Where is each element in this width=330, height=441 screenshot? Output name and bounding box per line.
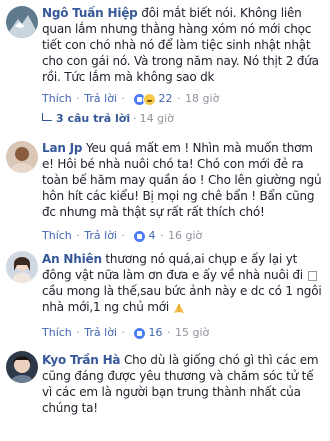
- reaction-count: 22: [158, 92, 173, 105]
- view-replies[interactable]: 3 câu trả lời · 14 giờ: [42, 112, 174, 125]
- replies-count[interactable]: 3 câu trả lời: [56, 112, 130, 125]
- comment-author[interactable]: Ngô Tuấn Hiệp: [42, 6, 138, 20]
- avatar[interactable]: [6, 351, 38, 383]
- comment-4: Kyo Trần Hà Cho dù là giống chó gì thì c…: [0, 347, 330, 441]
- comment-author[interactable]: An Nhiên: [42, 252, 102, 266]
- replies-time: 14 giờ: [139, 112, 174, 125]
- reply-link[interactable]: Trả lời: [84, 326, 117, 339]
- like-reaction-icon: [132, 326, 146, 340]
- reactions[interactable]: 22: [132, 92, 173, 106]
- avatar[interactable]: [6, 6, 38, 38]
- reply-arrow-icon: [42, 113, 52, 121]
- reply-link[interactable]: Trả lời: [84, 92, 117, 105]
- comment-actions: Thích · Trả lời · 4 · 16 giờ: [42, 229, 203, 243]
- comment-author[interactable]: Kyo Trần Hà: [42, 353, 121, 367]
- comment-author[interactable]: Lan Jp: [42, 141, 83, 155]
- like-reaction-icon: [132, 229, 146, 243]
- avatar[interactable]: [6, 141, 38, 173]
- comment-body: Kyo Trần Hà Cho dù là giống chó gì thì c…: [42, 352, 324, 416]
- unrendered-emoji-icon: [307, 270, 317, 281]
- praying-hands-icon: [173, 302, 185, 314]
- reactions[interactable]: 16: [132, 326, 163, 340]
- comment-time[interactable]: 18 giờ: [185, 92, 219, 105]
- reaction-count: 16: [148, 326, 163, 339]
- comment-actions: Thích · Trả lời · 22 · 18 giờ: [42, 92, 220, 106]
- avatar[interactable]: [6, 251, 38, 283]
- haha-reaction-icon: [142, 92, 156, 106]
- comment-3: An Nhiên thương nó quá,ai chụp e ấy lại …: [0, 245, 330, 345]
- reply-link[interactable]: Trả lời: [84, 229, 117, 242]
- comment-body: An Nhiên thương nó quá,ai chụp e ấy lại …: [42, 251, 324, 315]
- reactions[interactable]: 4: [132, 229, 156, 243]
- comment-time[interactable]: 15 giờ: [175, 326, 209, 339]
- comment-actions: Thích · Trả lời · 16 · 15 giờ: [42, 326, 210, 340]
- comment-1: Ngô Tuấn Hiệp đôi mắt biết nói. Không li…: [0, 0, 330, 125]
- like-link[interactable]: Thích: [42, 326, 72, 339]
- like-link[interactable]: Thích: [42, 229, 72, 242]
- like-link[interactable]: Thích: [42, 92, 72, 105]
- comment-time[interactable]: 16 giờ: [168, 229, 202, 242]
- reaction-count: 4: [148, 229, 156, 242]
- comment-body: Lan Jp Yeu quá mất em ! Nhìn mà muốn thơ…: [42, 140, 324, 220]
- comment-body: Ngô Tuấn Hiệp đôi mắt biết nói. Không li…: [42, 5, 324, 85]
- comment-text: Yeu quá mất em ! Nhìn mà muốn thơm e! Hô…: [42, 141, 322, 219]
